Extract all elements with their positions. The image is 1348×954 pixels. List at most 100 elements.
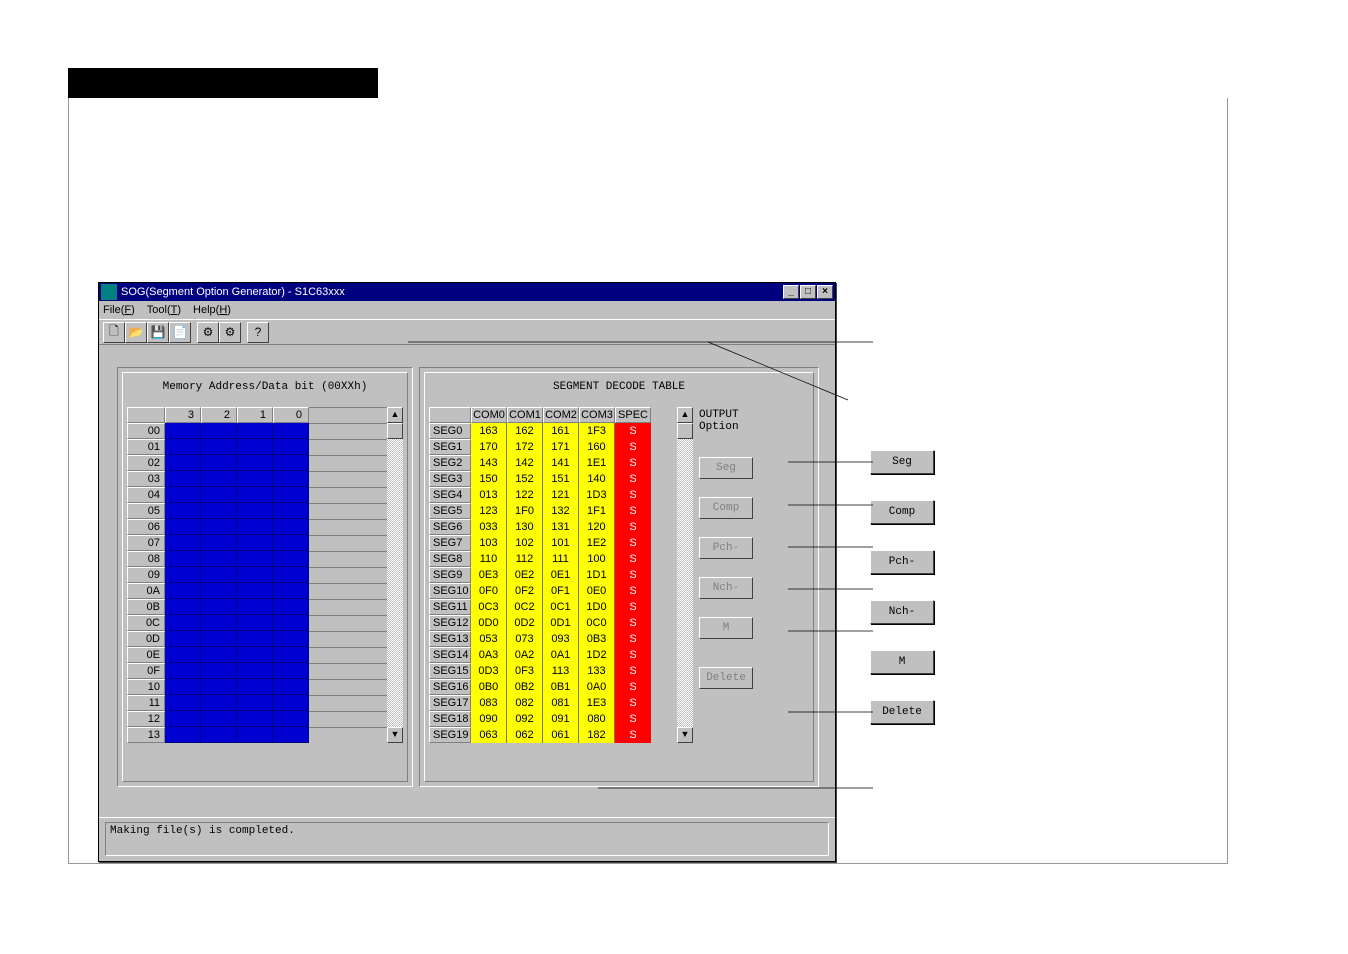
tool-help[interactable]: ? bbox=[247, 322, 269, 343]
seg-cell[interactable]: 0E0 bbox=[579, 583, 615, 599]
seg-cell[interactable]: 080 bbox=[579, 711, 615, 727]
mem-cell[interactable] bbox=[165, 631, 201, 647]
scroll-down-icon[interactable]: ▼ bbox=[677, 727, 693, 743]
mem-cell[interactable] bbox=[165, 615, 201, 631]
seg-cell[interactable]: 150 bbox=[471, 471, 507, 487]
mem-cell[interactable] bbox=[237, 615, 273, 631]
mem-cell[interactable] bbox=[201, 471, 237, 487]
mem-cell[interactable] bbox=[165, 535, 201, 551]
mem-cell[interactable] bbox=[201, 567, 237, 583]
seg-cell[interactable]: 093 bbox=[543, 631, 579, 647]
mem-cell[interactable] bbox=[201, 647, 237, 663]
mem-cell[interactable] bbox=[165, 647, 201, 663]
seg-cell[interactable]: 143 bbox=[471, 455, 507, 471]
seg-spec-cell[interactable]: S bbox=[615, 583, 651, 599]
seg-cell[interactable]: 0D2 bbox=[507, 615, 543, 631]
seg-cell[interactable]: 103 bbox=[471, 535, 507, 551]
mem-cell[interactable] bbox=[201, 439, 237, 455]
mem-cell[interactable] bbox=[165, 439, 201, 455]
mem-cell[interactable] bbox=[201, 423, 237, 439]
seg-cell[interactable]: 162 bbox=[507, 423, 543, 439]
tool-gen1[interactable]: ⚙ bbox=[197, 322, 219, 343]
mem-cell[interactable] bbox=[165, 423, 201, 439]
mem-cell[interactable] bbox=[273, 455, 309, 471]
scroll-down-icon[interactable]: ▼ bbox=[387, 727, 403, 743]
mem-cell[interactable] bbox=[273, 503, 309, 519]
seg-cell[interactable]: 0F2 bbox=[507, 583, 543, 599]
mem-cell[interactable] bbox=[273, 679, 309, 695]
seg-cell[interactable]: 0B1 bbox=[543, 679, 579, 695]
mem-cell[interactable] bbox=[273, 439, 309, 455]
seg-cell[interactable]: 102 bbox=[507, 535, 543, 551]
menu-help[interactable]: Help(H) bbox=[193, 304, 231, 316]
seg-cell[interactable]: 1E2 bbox=[579, 535, 615, 551]
seg-spec-cell[interactable]: S bbox=[615, 695, 651, 711]
mem-cell[interactable] bbox=[201, 519, 237, 535]
seg-cell[interactable]: 0C1 bbox=[543, 599, 579, 615]
seg-cell[interactable]: 092 bbox=[507, 711, 543, 727]
seg-cell[interactable]: 123 bbox=[471, 503, 507, 519]
seg-cell[interactable]: 120 bbox=[579, 519, 615, 535]
maximize-button[interactable]: □ bbox=[800, 285, 816, 299]
mem-cell[interactable] bbox=[237, 551, 273, 567]
seg-spec-cell[interactable]: S bbox=[615, 599, 651, 615]
mem-cell[interactable] bbox=[237, 583, 273, 599]
seg-button[interactable]: Seg bbox=[699, 457, 753, 479]
mem-cell[interactable] bbox=[165, 567, 201, 583]
seg-spec-cell[interactable]: S bbox=[615, 471, 651, 487]
mem-cell[interactable] bbox=[237, 471, 273, 487]
seg-cell[interactable]: 053 bbox=[471, 631, 507, 647]
mem-cell[interactable] bbox=[237, 711, 273, 727]
seg-cell[interactable]: 133 bbox=[579, 663, 615, 679]
tool-save[interactable]: 💾 bbox=[147, 322, 169, 343]
menu-tool[interactable]: Tool(T) bbox=[147, 304, 181, 316]
mem-cell[interactable] bbox=[273, 519, 309, 535]
mem-cell[interactable] bbox=[165, 583, 201, 599]
mem-cell[interactable] bbox=[237, 663, 273, 679]
memory-scrollbar[interactable]: ▲ ▼ bbox=[387, 407, 403, 743]
mem-cell[interactable] bbox=[165, 711, 201, 727]
mem-cell[interactable] bbox=[201, 695, 237, 711]
seg-spec-cell[interactable]: S bbox=[615, 423, 651, 439]
mem-cell[interactable] bbox=[273, 727, 309, 743]
mem-cell[interactable] bbox=[201, 727, 237, 743]
delete-button[interactable]: Delete bbox=[699, 667, 753, 689]
seg-cell[interactable]: 151 bbox=[543, 471, 579, 487]
mem-cell[interactable] bbox=[165, 727, 201, 743]
seg-cell[interactable]: 0E1 bbox=[543, 567, 579, 583]
mem-cell[interactable] bbox=[165, 471, 201, 487]
mem-cell[interactable] bbox=[237, 519, 273, 535]
seg-cell[interactable]: 1F1 bbox=[579, 503, 615, 519]
seg-cell[interactable]: 170 bbox=[471, 439, 507, 455]
segment-grid[interactable]: COM0COM1COM2COM3SPECSEG01631621611F3SSEG… bbox=[429, 407, 651, 743]
seg-spec-cell[interactable]: S bbox=[615, 631, 651, 647]
seg-spec-cell[interactable]: S bbox=[615, 567, 651, 583]
mem-cell[interactable] bbox=[273, 423, 309, 439]
mem-cell[interactable] bbox=[201, 455, 237, 471]
mem-cell[interactable] bbox=[273, 471, 309, 487]
seg-spec-cell[interactable]: S bbox=[615, 503, 651, 519]
seg-cell[interactable]: 132 bbox=[543, 503, 579, 519]
segment-scrollbar[interactable]: ▲ ▼ bbox=[677, 407, 693, 743]
mem-cell[interactable] bbox=[237, 679, 273, 695]
seg-spec-cell[interactable]: S bbox=[615, 551, 651, 567]
seg-cell[interactable]: 171 bbox=[543, 439, 579, 455]
seg-cell[interactable]: 111 bbox=[543, 551, 579, 567]
mem-cell[interactable] bbox=[237, 535, 273, 551]
scroll-up-icon[interactable]: ▲ bbox=[677, 407, 693, 423]
seg-cell[interactable]: 0F3 bbox=[507, 663, 543, 679]
seg-cell[interactable]: 0C3 bbox=[471, 599, 507, 615]
mem-cell[interactable] bbox=[201, 487, 237, 503]
mem-cell[interactable] bbox=[165, 487, 201, 503]
mem-cell[interactable] bbox=[237, 423, 273, 439]
seg-spec-cell[interactable]: S bbox=[615, 679, 651, 695]
mem-cell[interactable] bbox=[237, 439, 273, 455]
mem-cell[interactable] bbox=[273, 583, 309, 599]
seg-cell[interactable]: 033 bbox=[471, 519, 507, 535]
tool-saveas[interactable]: 📄 bbox=[169, 322, 191, 343]
minimize-button[interactable]: _ bbox=[783, 285, 799, 299]
seg-spec-cell[interactable]: S bbox=[615, 439, 651, 455]
seg-cell[interactable]: 182 bbox=[579, 727, 615, 743]
seg-cell[interactable]: 081 bbox=[543, 695, 579, 711]
mem-cell[interactable] bbox=[201, 551, 237, 567]
